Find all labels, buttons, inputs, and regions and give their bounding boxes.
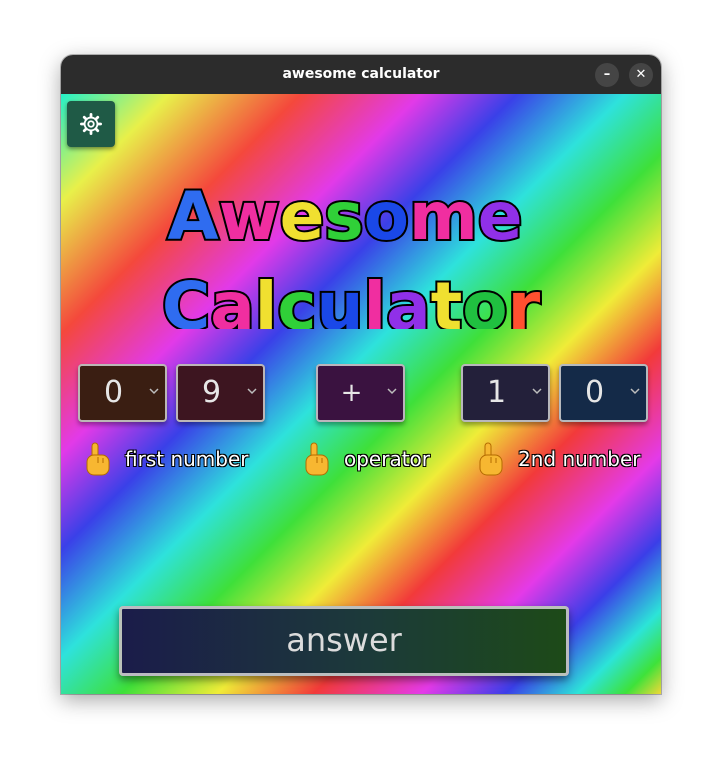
logo-letter: c <box>277 268 316 329</box>
chevron-down-icon <box>630 388 640 395</box>
pointing-hand-icon <box>479 442 503 476</box>
first-number-ones-select[interactable]: 9 <box>176 364 265 422</box>
logo-letter: a <box>386 268 431 329</box>
title-bar: awesome calculator – ✕ <box>61 55 661 94</box>
first-number-label: first number <box>125 447 249 472</box>
answer-button[interactable]: answer <box>119 606 569 676</box>
first-number-tens-select[interactable]: 0 <box>78 364 167 422</box>
logo-letter: m <box>409 178 478 255</box>
operator-caption: operator <box>302 439 431 479</box>
logo-line-1: Awesome <box>167 178 522 255</box>
logo-letter: A <box>167 178 218 255</box>
second-number-label: 2nd number <box>518 447 642 472</box>
chevron-down-icon <box>532 388 542 395</box>
pointing-hand-icon <box>86 442 110 476</box>
logo-letter: u <box>317 268 364 329</box>
logo-letter: a <box>210 268 255 329</box>
operator-select[interactable]: + <box>316 364 405 422</box>
minimize-button[interactable]: – <box>595 63 619 87</box>
logo-letter: l <box>255 268 278 329</box>
calculator-panel: Awesome Calculator 0 9 + 1 0 first numbe… <box>61 94 661 694</box>
second-number-ones-select[interactable]: 0 <box>559 364 648 422</box>
logo-letter: t <box>431 268 463 329</box>
chevron-down-icon <box>149 388 159 395</box>
pointing-hand-icon <box>305 442 329 476</box>
first-number-ones-value: 9 <box>201 375 222 410</box>
chevron-down-icon <box>247 388 257 395</box>
logo-letter: o <box>462 268 507 329</box>
close-button[interactable]: ✕ <box>629 63 653 87</box>
logo-letter: e <box>280 178 325 255</box>
first-number-tens-value: 0 <box>103 375 124 410</box>
operator-label: operator <box>343 447 431 472</box>
second-number-ones-value: 0 <box>584 375 605 410</box>
logo-letter: l <box>364 268 387 329</box>
logo-letter: o <box>364 178 409 255</box>
logo-letter: s <box>324 178 363 255</box>
app-window: awesome calculator – ✕ Awesome Calculato… <box>61 55 661 694</box>
logo-letter: r <box>508 268 541 329</box>
chevron-down-icon <box>387 388 397 395</box>
app-logo: Awesome Calculator <box>160 176 543 329</box>
window-title: awesome calculator <box>282 66 440 82</box>
first-number-caption: first number <box>83 439 249 479</box>
settings-button[interactable] <box>67 101 115 147</box>
second-number-caption: 2nd number <box>476 439 641 479</box>
logo-letter: w <box>219 178 280 255</box>
logo-letter: e <box>478 178 523 255</box>
operator-value: + <box>340 378 363 408</box>
second-number-tens-select[interactable]: 1 <box>461 364 550 422</box>
second-number-tens-value: 1 <box>486 375 507 410</box>
logo-letter: C <box>162 268 210 329</box>
gear-icon <box>80 113 102 135</box>
logo-line-2: Calculator <box>162 268 541 329</box>
